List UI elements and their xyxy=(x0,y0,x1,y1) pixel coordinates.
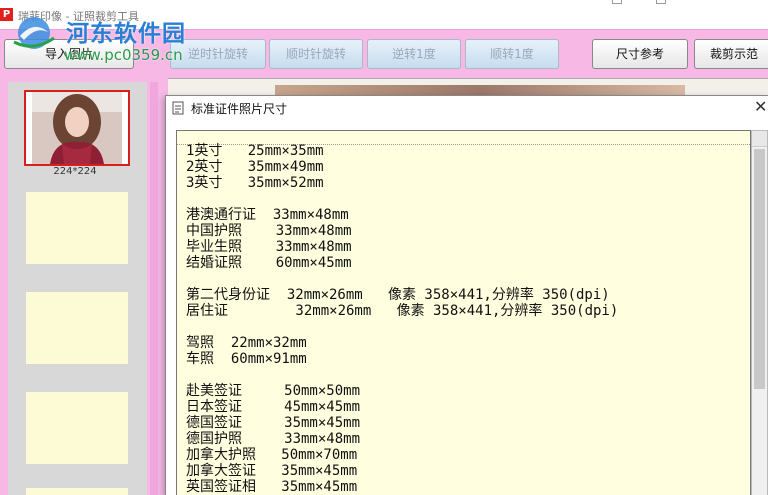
size-entry: 英国签证相 35mm×45mm xyxy=(186,479,358,495)
size-entry: 港澳通行证 33mm×48mm xyxy=(186,207,349,223)
size-reference-button[interactable]: 尺寸参考 xyxy=(592,39,688,69)
thumbnail-photo xyxy=(32,92,122,164)
size-entry: 居住证 32mm×26mm 像素 358×441,分辨率 350(dpi) xyxy=(186,303,619,319)
size-entry: 赴美签证 50mm×50mm xyxy=(186,383,361,399)
rotate-ccw-1deg-button[interactable]: 逆转1度 xyxy=(367,39,461,69)
dialog-title: 标准证件照片尺寸 xyxy=(191,102,288,116)
thumbnail-slot[interactable] xyxy=(26,292,128,364)
watermark-logo-icon xyxy=(13,17,55,49)
size-list: 1英寸 25mm×35mm 2英寸 35mm×49mm 3英寸 35mm×52mm 港… xyxy=(186,143,618,495)
thumbnail-slot[interactable] xyxy=(26,488,128,495)
scroll-up-arrow-icon[interactable] xyxy=(752,131,767,147)
dialog-title-bar: 标准证件照片尺寸 ✕ xyxy=(166,96,768,120)
vertical-scrollbar[interactable] xyxy=(751,130,768,495)
thumbnail-size-label: 224*224 xyxy=(53,166,97,177)
size-list-textarea[interactable]: 1英寸 25mm×35mm 2英寸 35mm×49mm 3英寸 35mm×52mm 港… xyxy=(176,130,751,495)
size-entry: 德国护照 33mm×48mm xyxy=(186,431,361,447)
panel-divider xyxy=(150,82,158,495)
size-entry: 结婚证照 60mm×45mm xyxy=(186,255,352,271)
size-entry: 驾照 22mm×32mm xyxy=(186,335,307,351)
rotate-cw-1deg-button[interactable]: 顺转1度 xyxy=(465,39,559,69)
size-entry: 1英寸 25mm×35mm xyxy=(186,143,324,159)
watermark-url: www.pc0359.cn xyxy=(64,46,183,64)
size-entry: 3英寸 35mm×52mm xyxy=(186,175,324,191)
size-reference-dialog: 标准证件照片尺寸 ✕ 1英寸 25mm×35mm 2英寸 35mm×49mm 3英寸… xyxy=(165,95,768,495)
document-icon xyxy=(172,101,184,115)
close-icon[interactable]: ✕ xyxy=(754,98,767,116)
size-entry: 德国签证 35mm×45mm xyxy=(186,415,361,431)
size-entry: 加拿大护照 50mm×70mm xyxy=(186,447,358,463)
size-entry: 2英寸 35mm×49mm xyxy=(186,159,324,175)
maximize-button[interactable] xyxy=(656,0,666,4)
crop-sample-button[interactable]: 裁剪示范 xyxy=(694,39,768,69)
size-entry: 加拿大签证 35mm×45mm xyxy=(186,463,358,479)
rotate-cw-button[interactable]: 顺时针旋转 xyxy=(269,39,363,69)
size-entry: 第二代身份证 32mm×26mm 像素 358×441,分辨率 350(dpi) xyxy=(186,287,610,303)
size-entry: 车照 60mm×91mm xyxy=(186,351,307,367)
minimize-button[interactable] xyxy=(612,0,622,4)
thumbnail-slot[interactable] xyxy=(26,392,128,464)
thumbnail-selected[interactable] xyxy=(24,90,130,166)
scrollbar-thumb[interactable] xyxy=(754,149,765,389)
size-entry: 毕业生照 33mm×48mm xyxy=(186,239,352,255)
watermark-site-name: 河东软件园 xyxy=(66,21,186,47)
size-entry: 中国护照 33mm×48mm xyxy=(186,223,352,239)
size-entry: 日本签证 45mm×45mm xyxy=(186,399,361,415)
thumbnail-slot[interactable] xyxy=(26,192,128,264)
